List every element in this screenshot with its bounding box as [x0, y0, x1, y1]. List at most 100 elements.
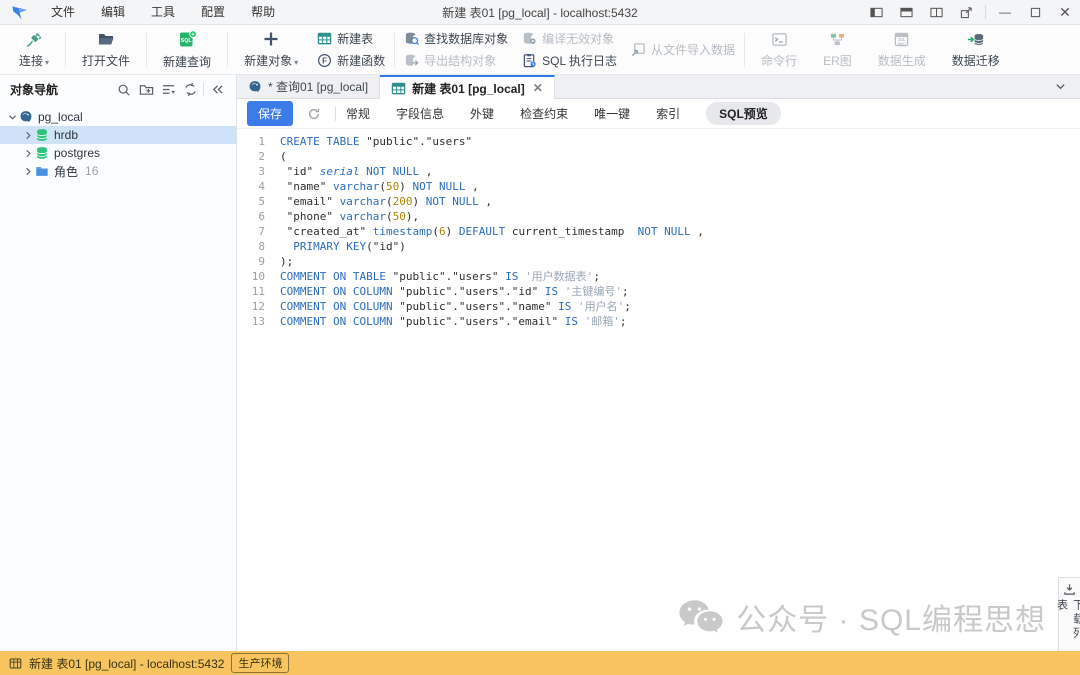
chevron-right-icon[interactable]: [22, 167, 35, 176]
toolbar-button-sql-log[interactable]: SQL 执行日志: [522, 53, 617, 69]
line-number: 10: [237, 269, 265, 284]
tab-外键[interactable]: 外键: [470, 105, 494, 122]
popout-button[interactable]: [951, 0, 981, 24]
refresh-button[interactable]: [303, 103, 325, 125]
titlebar: 文件编辑工具配置帮助 新建 表01 [pg_local] - localhost…: [0, 0, 1080, 25]
collapse-all-button[interactable]: [157, 80, 179, 100]
toolbar-group: 新建表 F新建函数: [311, 31, 391, 69]
line-number: 11: [237, 284, 265, 299]
tree-item-postgres[interactable]: postgres: [0, 144, 236, 162]
code-text: COMMENT ON COLUMN "public"."users"."emai…: [265, 314, 627, 329]
data-migrate-icon: [967, 31, 984, 48]
tab-query[interactable]: * 查询01 [pg_local]: [237, 75, 380, 98]
chevron-down-icon[interactable]: [6, 113, 19, 122]
toolbar-button-data-generate[interactable]: 101ABC数据生成: [865, 27, 939, 73]
line-number: 4: [237, 179, 265, 194]
connection-tree: pg_localhrdb postgres 角色16: [0, 104, 236, 180]
toolbar-button-label: 打开文件: [82, 52, 130, 69]
toolbar-button-label: 新建表: [337, 30, 373, 47]
maximize-button[interactable]: [1020, 0, 1050, 24]
menubar: 文件编辑工具配置帮助: [38, 0, 288, 24]
panel-left-button[interactable]: [861, 0, 891, 24]
panel-top-button[interactable]: [891, 0, 921, 24]
toolbar-button-label: 新建查询: [163, 53, 211, 70]
tab-label: 新建 表01 [pg_local]: [412, 80, 525, 97]
collapse-sidebar-icon: [211, 83, 224, 96]
folder-add-icon: [139, 82, 154, 97]
close-icon[interactable]: ✕: [533, 81, 543, 95]
tree-item-hrdb[interactable]: hrdb: [0, 126, 236, 144]
chevron-down-icon: [1055, 81, 1066, 92]
tab-sql-preview[interactable]: SQL预览: [706, 102, 781, 125]
minimize-icon: —: [999, 5, 1011, 19]
toolbar-button-db-compile[interactable]: 编译无效对象: [522, 31, 617, 47]
code-text: );: [265, 254, 293, 269]
terminal-icon: [771, 31, 788, 48]
menu-item[interactable]: 编辑: [88, 0, 138, 24]
toolbar-button-er-diagram[interactable]: ER图: [810, 27, 865, 73]
toolbar-button-new-query[interactable]: SQL新建查询: [150, 27, 224, 73]
svg-text:F: F: [322, 57, 327, 66]
tree-item-count: 16: [85, 164, 98, 178]
save-button[interactable]: 保存: [247, 101, 293, 126]
toolbar-button-new-function[interactable]: F新建函数: [317, 53, 385, 69]
toolbar-button-file-import[interactable]: 从文件导入数据: [631, 42, 735, 58]
tab-字段信息[interactable]: 字段信息: [396, 105, 444, 122]
toolbar-button-terminal[interactable]: 命令行: [748, 27, 810, 73]
toolbar-button-data-migrate[interactable]: 数据迁移: [939, 27, 1013, 73]
code-line: 12COMMENT ON COLUMN "public"."users"."na…: [237, 299, 1080, 314]
sync-button[interactable]: [179, 80, 201, 100]
tab-索引[interactable]: 索引: [656, 105, 680, 122]
toolbar-separator: [394, 33, 395, 67]
search-button[interactable]: [113, 80, 135, 100]
toolbar-button-db-search[interactable]: 查找数据库对象: [404, 31, 508, 47]
menu-item[interactable]: 配置: [188, 0, 238, 24]
toolbar-button-new-table[interactable]: 新建表: [317, 31, 385, 47]
toolbar-button-label: SQL 执行日志: [542, 52, 617, 69]
refresh-icon: [307, 107, 321, 121]
toolbar-button-db-export[interactable]: 导出结构对象: [404, 53, 508, 69]
toolbar-button-new-object[interactable]: 新建对象▾: [231, 27, 311, 73]
menu-item[interactable]: 文件: [38, 0, 88, 24]
download-list-tab[interactable]: 下载列表: [1058, 577, 1080, 651]
chevron-right-icon[interactable]: [22, 149, 35, 158]
content-area: * 查询01 [pg_local] 新建 表01 [pg_local] ✕ 保存 常…: [237, 75, 1080, 651]
postgres-icon: [19, 110, 33, 124]
tree-item-[interactable]: 角色16: [0, 162, 236, 180]
toolbar-button-label: ER图: [823, 52, 852, 69]
dropdown-arrow-icon: ▾: [45, 58, 49, 67]
svg-text:ABC: ABC: [898, 40, 906, 45]
toolbar-button-plug[interactable]: 连接▾: [6, 27, 62, 73]
chevron-right-icon[interactable]: [22, 131, 35, 140]
tab-唯一键[interactable]: 唯一键: [594, 105, 630, 122]
tree-item-label: postgres: [54, 146, 100, 160]
tab-常规[interactable]: 常规: [346, 105, 370, 122]
line-number: 5: [237, 194, 265, 209]
code-text: "email" varchar(200) NOT NULL ,: [265, 194, 492, 209]
folder-add-button[interactable]: [135, 80, 157, 100]
sql-preview-editor[interactable]: 1CREATE TABLE "public"."users"2(3 "id" s…: [237, 129, 1080, 651]
collapse-sidebar-button[interactable]: [206, 80, 228, 100]
split-vertical-button[interactable]: [921, 0, 951, 24]
toolbar-button-open-folder[interactable]: 打开文件: [69, 27, 143, 73]
code-line: 4 "name" varchar(50) NOT NULL ,: [237, 179, 1080, 194]
toolbar-button-label: 数据生成: [878, 52, 926, 69]
toolbar-column: 编译无效对象 SQL 执行日志: [522, 31, 617, 69]
download-icon: [1063, 583, 1076, 596]
tree-item-pg_local[interactable]: pg_local: [0, 108, 236, 126]
code-text: "id" serial NOT NULL ,: [265, 164, 432, 179]
toolbar-button-label: 命令行: [761, 52, 797, 69]
app-logo-icon: [8, 3, 30, 22]
new-table-icon: [317, 31, 332, 46]
table-designer-toolbar: 保存 常规 字段信息 外键 检查约束 唯一键 索引 SQL预览: [237, 99, 1080, 129]
sidebar-title: 对象导航: [10, 81, 113, 98]
minimize-button[interactable]: —: [990, 0, 1020, 24]
tab-检查约束[interactable]: 检查约束: [520, 105, 568, 122]
database-icon: [35, 128, 49, 142]
tab-table-designer[interactable]: 新建 表01 [pg_local] ✕: [380, 75, 555, 99]
menu-item[interactable]: 工具: [138, 0, 188, 24]
code-line: 11COMMENT ON COLUMN "public"."users"."id…: [237, 284, 1080, 299]
tab-list-chevron[interactable]: [1041, 75, 1080, 98]
close-button[interactable]: ✕: [1050, 0, 1080, 24]
menu-item[interactable]: 帮助: [238, 0, 288, 24]
